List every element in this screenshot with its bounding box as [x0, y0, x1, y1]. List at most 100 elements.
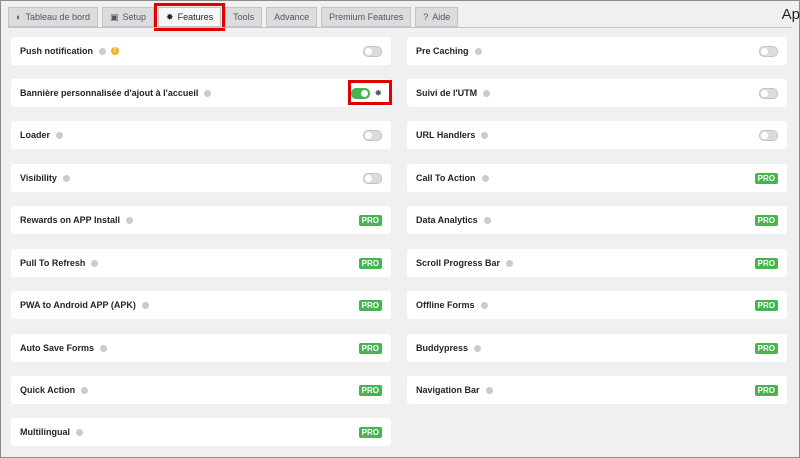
pro-badge: PRO: [754, 384, 778, 396]
feature-label: Scroll Progress Bar: [416, 258, 501, 268]
feature-card-quick-action: Quick Action PRO: [11, 376, 391, 404]
feature-control: [363, 45, 382, 57]
feature-label: Suivi de l'UTM: [416, 88, 478, 98]
tab-label: Features: [177, 12, 214, 22]
feature-card-navigation-bar: Navigation Bar PRO: [407, 376, 787, 404]
feature-label: Visibility: [20, 173, 57, 183]
url-handlers-toggle[interactable]: [759, 129, 778, 141]
warning-icon: !: [111, 47, 119, 55]
feature-card-auto-save-forms: Auto Save Forms PRO: [11, 334, 391, 362]
help-icon[interactable]: [506, 259, 514, 267]
pro-badge: PRO: [754, 172, 778, 184]
help-icon[interactable]: [474, 344, 482, 352]
help-icon[interactable]: [474, 47, 482, 55]
feature-card-visibility: Visibility: [11, 164, 391, 192]
feature-card-loader: Loader: [11, 121, 391, 149]
feature-label: Data Analytics: [416, 215, 478, 225]
feature-card-scroll-progress-bar: Scroll Progress Bar PRO: [407, 249, 787, 277]
feature-label: Multilingual: [20, 427, 70, 437]
feature-label: Offline Forms: [416, 300, 475, 310]
feature-card-url-handlers: URL Handlers: [407, 121, 787, 149]
feature-label: Auto Save Forms: [20, 343, 95, 353]
feature-control: [363, 172, 382, 184]
highlight-box: [348, 80, 392, 105]
tab-label: Tableau de bord: [25, 12, 90, 22]
help-icon[interactable]: [100, 344, 108, 352]
feature-card-pull-to-refresh: Pull To Refresh PRO: [11, 249, 391, 277]
tab-advance[interactable]: Advance: [266, 7, 318, 27]
tab-aide[interactable]: ? Aide: [415, 7, 459, 27]
tab-divider: [8, 27, 792, 28]
pro-badge: PRO: [358, 342, 382, 354]
tab-label: Premium Features: [329, 12, 404, 22]
pro-badge: PRO: [754, 257, 778, 269]
feature-card-rewards: Rewards on APP Install PRO: [11, 206, 391, 234]
help-icon[interactable]: [204, 89, 212, 97]
pro-badge: PRO: [754, 299, 778, 311]
feature-card-pwa-apk: PWA to Android APP (APK) PRO: [11, 291, 391, 319]
tab-label: Aide: [432, 12, 451, 22]
feature-label: Bannière personnalisée d'ajout à l'accue…: [20, 88, 199, 98]
feature-card-data-analytics: Data Analytics PRO: [407, 206, 787, 234]
feature-card-utm-tracking: Suivi de l'UTM: [407, 79, 787, 107]
tab-label: Tools: [233, 12, 255, 22]
push-notification-toggle[interactable]: [363, 45, 382, 57]
feature-card-pre-caching: Pre Caching: [407, 37, 787, 65]
feature-label: Push notification: [20, 46, 93, 56]
feature-card-install-banner: Bannière personnalisée d'ajout à l'accue…: [11, 79, 391, 107]
feature-label: Pull To Refresh: [20, 258, 86, 268]
feature-label: Navigation Bar: [416, 385, 480, 395]
feature-card-multilingual: Multilingual PRO: [11, 418, 391, 446]
help-icon[interactable]: [81, 386, 89, 394]
feature-card-buddypress: Buddypress PRO: [407, 334, 787, 362]
page-title: Ap: [781, 6, 800, 23]
help-icon[interactable]: [91, 259, 99, 267]
help-icon[interactable]: [481, 174, 489, 182]
tab-setup[interactable]: ▣ Setup: [102, 7, 155, 27]
pro-badge: PRO: [358, 384, 382, 396]
pro-badge: PRO: [358, 299, 382, 311]
help-icon[interactable]: [141, 301, 149, 309]
feature-card-call-to-action: Call To Action PRO: [407, 164, 787, 192]
gear-icon: ✸: [166, 11, 174, 22]
feature-label: PWA to Android APP (APK): [20, 300, 136, 310]
feature-label: URL Handlers: [416, 130, 476, 140]
help-icon: ?: [423, 11, 429, 22]
help-icon[interactable]: [62, 174, 70, 182]
tab-premium-features[interactable]: Premium Features: [321, 7, 412, 27]
feature-label: Call To Action: [416, 173, 476, 183]
tab-dashboard[interactable]: ◐ Tableau de bord: [8, 7, 98, 27]
feature-label: Pre Caching: [416, 46, 469, 56]
pro-badge: PRO: [754, 342, 778, 354]
tab-features[interactable]: ✸ Features: [154, 3, 226, 31]
tab-label: Advance: [274, 12, 310, 22]
tab-label: Setup: [122, 12, 147, 22]
utm-tracking-toggle[interactable]: [759, 87, 778, 99]
tab-tools[interactable]: Tools: [225, 7, 263, 27]
feature-label: Buddypress: [416, 343, 469, 353]
feature-control: [363, 129, 382, 141]
help-icon[interactable]: [126, 216, 134, 224]
feature-card-push-notification: Push notification !: [11, 37, 391, 65]
help-icon[interactable]: [480, 301, 488, 309]
feature-label: Quick Action: [20, 385, 76, 395]
feature-label: Loader: [20, 130, 51, 140]
pro-badge: PRO: [754, 214, 778, 226]
help-icon[interactable]: [481, 131, 489, 139]
setup-icon: ▣: [110, 11, 119, 22]
feature-card-offline-forms: Offline Forms PRO: [407, 291, 787, 319]
loader-toggle[interactable]: [363, 129, 382, 141]
pro-badge: PRO: [358, 257, 382, 269]
pre-caching-toggle[interactable]: [759, 45, 778, 57]
pro-badge: PRO: [358, 214, 382, 226]
help-icon[interactable]: [99, 47, 106, 55]
visibility-toggle[interactable]: [363, 172, 382, 184]
help-icon[interactable]: [485, 386, 493, 394]
help-icon[interactable]: [76, 428, 83, 436]
help-icon[interactable]: [483, 216, 491, 224]
dashboard-icon: ◐: [16, 11, 22, 22]
help-icon[interactable]: [483, 89, 491, 97]
pro-badge: PRO: [358, 426, 382, 438]
tab-bar: ◐ Tableau de bord ▣ Setup ✸ Features Too…: [8, 3, 459, 31]
help-icon[interactable]: [56, 131, 64, 139]
